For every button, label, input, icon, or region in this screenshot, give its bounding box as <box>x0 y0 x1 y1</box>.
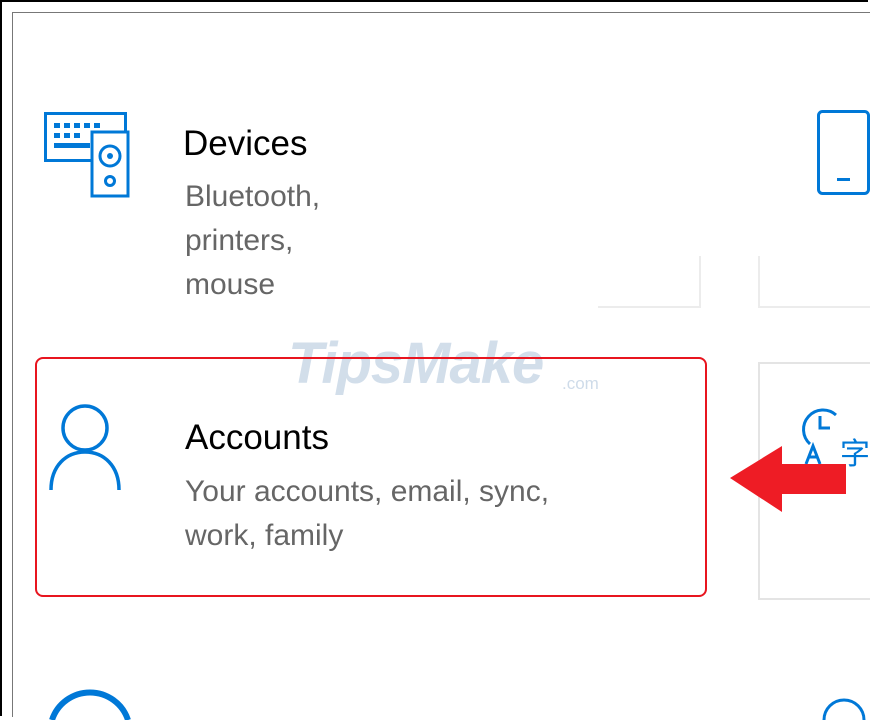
devices-title: Devices <box>183 124 308 163</box>
devices-description: Bluetooth, printers, mouse <box>185 180 321 301</box>
tile-edge <box>758 306 870 308</box>
partial-bottom-icon <box>822 698 866 720</box>
tile-edge <box>758 256 760 308</box>
tile-edge <box>598 306 701 308</box>
phone-icon <box>817 110 870 195</box>
tile-edge <box>699 256 701 308</box>
accounts-description-line2: work, family <box>185 519 344 552</box>
devices-icon <box>44 112 130 198</box>
account-icon <box>49 404 121 491</box>
partial-bottom-icon <box>49 689 131 720</box>
accounts-description-line1: Your accounts, email, sync, <box>185 475 550 508</box>
accounts-title: Accounts <box>185 418 329 457</box>
pointer-arrow <box>730 446 846 512</box>
